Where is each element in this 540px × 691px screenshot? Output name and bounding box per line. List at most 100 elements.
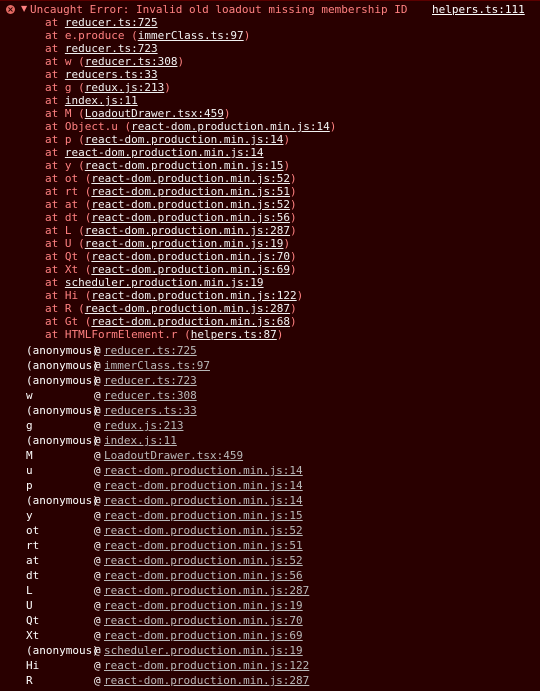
stack-frame-text: at Gt ( [45, 315, 92, 328]
stack-frame: at HTMLFormElement.r (helpers.ts:87) [45, 328, 283, 341]
call-stack-location-link[interactable]: react-dom.production.min.js:52 [104, 553, 303, 568]
call-stack-function: L [26, 584, 33, 597]
call-stack-function: U [26, 599, 33, 612]
stack-frame-link[interactable]: LoadoutDrawer.tsx:459 [85, 107, 224, 120]
stack-frame: at p (react-dom.production.min.js:14) [45, 133, 290, 146]
call-stack-location-link[interactable]: reducer.ts:308 [104, 388, 197, 403]
stack-frame-link[interactable]: react-dom.production.min.js:14 [65, 146, 264, 159]
stack-frame-text: at R ( [45, 302, 85, 315]
stack-frame-link[interactable]: index.js:11 [65, 94, 138, 107]
call-stack-location-link[interactable]: react-dom.production.min.js:14 [104, 493, 303, 508]
stack-frame-link[interactable]: react-dom.production.min.js:70 [91, 250, 290, 263]
call-stack-location-link[interactable]: react-dom.production.min.js:14 [104, 478, 303, 493]
stack-frame-link[interactable]: reducers.ts:33 [65, 68, 158, 81]
call-stack-row: at @ react-dom.production.min.js:52 [26, 553, 526, 568]
call-stack-location-link[interactable]: react-dom.production.min.js:14 [104, 463, 303, 478]
stack-frame: at reducers.ts:33 [45, 68, 158, 81]
call-stack-location-link[interactable]: redux.js:213 [104, 418, 183, 433]
expand-triangle-icon[interactable]: ▼ [21, 4, 27, 13]
call-stack-location-link[interactable]: react-dom.production.min.js:51 [104, 538, 303, 553]
stack-frame-link[interactable]: react-dom.production.min.js:51 [91, 185, 290, 198]
stack-frame-text: at rt ( [45, 185, 92, 198]
stack-frame-link[interactable]: react-dom.production.min.js:122 [91, 289, 296, 302]
call-stack-at: @ [94, 584, 101, 597]
call-stack-at: @ [94, 644, 101, 657]
stack-frame-link[interactable]: react-dom.production.min.js:14 [85, 133, 284, 146]
stack-frame: at U (react-dom.production.min.js:19) [45, 237, 290, 250]
stack-frame: at g (redux.js:213) [45, 81, 171, 94]
call-stack-location-link[interactable]: react-dom.production.min.js:287 [104, 673, 309, 688]
stack-frame-link[interactable]: scheduler.production.min.js:19 [65, 276, 264, 289]
stack-frame-link[interactable]: react-dom.production.min.js:287 [85, 302, 290, 315]
stack-frame-text: at at ( [45, 198, 92, 211]
stack-frame-link[interactable]: react-dom.production.min.js:68 [91, 315, 290, 328]
stack-frame-text: at p ( [45, 133, 85, 146]
stack-frame-close: ) [290, 302, 297, 315]
call-stack-function: rt [26, 539, 40, 552]
call-stack-function: ot [26, 524, 40, 537]
call-stack-location-link[interactable]: react-dom.production.min.js:69 [104, 628, 303, 643]
call-stack-location-link[interactable]: react-dom.production.min.js:15 [104, 508, 303, 523]
call-stack-at: @ [94, 539, 101, 552]
call-stack-row: M @ LoadoutDrawer.tsx:459 [26, 448, 526, 463]
stack-frame-text: at M ( [45, 107, 85, 120]
stack-frame-text: at L ( [45, 224, 85, 237]
call-stack-location-link[interactable]: scheduler.production.min.js:19 [104, 643, 303, 658]
call-stack-function: (anonymous) [26, 374, 99, 387]
call-stack-location-link[interactable]: react-dom.production.min.js:70 [104, 613, 303, 628]
stack-frame-text: at Object.u ( [45, 120, 132, 133]
stack-frame-link[interactable]: react-dom.production.min.js:69 [91, 263, 290, 276]
call-stack-location-link[interactable]: react-dom.production.min.js:19 [104, 598, 303, 613]
stack-frame-text: at Qt ( [45, 250, 92, 263]
stack-frame: at Xt (react-dom.production.min.js:69) [45, 263, 297, 276]
call-stack-location-link[interactable]: react-dom.production.min.js:287 [104, 583, 309, 598]
call-stack-location-link[interactable]: react-dom.production.min.js:122 [104, 658, 309, 673]
stack-frame-close: ) [283, 133, 291, 146]
call-stack-location-link[interactable]: LoadoutDrawer.tsx:459 [104, 448, 243, 463]
stack-frame-close: ) [243, 29, 251, 42]
stack-frame-text: at [45, 146, 65, 159]
stack-frame: at M (LoadoutDrawer.tsx:459) [45, 107, 230, 120]
stack-frame-link[interactable]: react-dom.production.min.js:287 [85, 224, 290, 237]
stack-frame-link[interactable]: react-dom.production.min.js:52 [91, 172, 290, 185]
call-stack-at: @ [94, 659, 101, 672]
call-stack-location-link[interactable]: index.js:11 [104, 433, 177, 448]
stack-frame-link[interactable]: react-dom.production.min.js:52 [91, 198, 290, 211]
stack-frame: at reducer.ts:725 [45, 16, 158, 29]
stack-frame-text: at y ( [45, 159, 85, 172]
call-stack-location-link[interactable]: react-dom.production.min.js:52 [104, 523, 303, 538]
stack-frame-link[interactable]: redux.js:213 [85, 81, 164, 94]
stack-frame-link[interactable]: helpers.ts:87 [191, 328, 277, 341]
stack-frame-link[interactable]: immerClass.ts:97 [138, 29, 244, 42]
stack-frame-link[interactable]: reducer.ts:308 [85, 55, 178, 68]
stack-frame: at w (reducer.ts:308) [45, 55, 184, 68]
call-stack-row: (anonymous) @ reducer.ts:725 [26, 343, 526, 358]
call-stack-at: @ [94, 434, 101, 447]
call-stack-at: @ [94, 614, 101, 627]
stack-frame-link[interactable]: reducer.ts:723 [65, 42, 158, 55]
stack-frame-close: ) [290, 211, 297, 224]
stack-frame-link[interactable]: react-dom.production.min.js:19 [85, 237, 284, 250]
call-stack-location-link[interactable]: reducers.ts:33 [104, 403, 197, 418]
error-source-link[interactable]: helpers.ts:111 [432, 3, 525, 16]
stack-frame-link[interactable]: reducer.ts:725 [65, 16, 158, 29]
call-stack-function: Xt [26, 629, 40, 642]
stack-frame: at R (react-dom.production.min.js:287) [45, 302, 297, 315]
stack-frame-link[interactable]: react-dom.production.min.js:56 [91, 211, 290, 224]
call-stack-row: Xt @ react-dom.production.min.js:69 [26, 628, 526, 643]
call-stack-location-link[interactable]: reducer.ts:725 [104, 343, 197, 358]
devtools-console: × ▼ Uncaught Error: Invalid old loadout … [0, 0, 540, 691]
stack-frame-link[interactable]: react-dom.production.min.js:14 [131, 120, 330, 133]
call-stack-row: (anonymous) @ scheduler.production.min.js:… [26, 643, 526, 658]
stack-frame-close: ) [296, 289, 304, 302]
call-stack-row: (anonymous) @ reducer.ts:723 [26, 373, 526, 388]
stack-frame: at reducer.ts:723 [45, 42, 158, 55]
stack-frame-close: ) [290, 263, 297, 276]
call-stack-location-link[interactable]: react-dom.production.min.js:56 [104, 568, 303, 583]
call-stack-location-link[interactable]: reducer.ts:723 [104, 373, 197, 388]
call-stack-location-link[interactable]: immerClass.ts:97 [104, 358, 210, 373]
stack-frame-text: at [45, 68, 65, 81]
call-stack-function: dt [26, 569, 40, 582]
stack-frame-link[interactable]: react-dom.production.min.js:15 [85, 159, 284, 172]
error-message: Uncaught Error: Invalid old loadout miss… [30, 3, 408, 16]
